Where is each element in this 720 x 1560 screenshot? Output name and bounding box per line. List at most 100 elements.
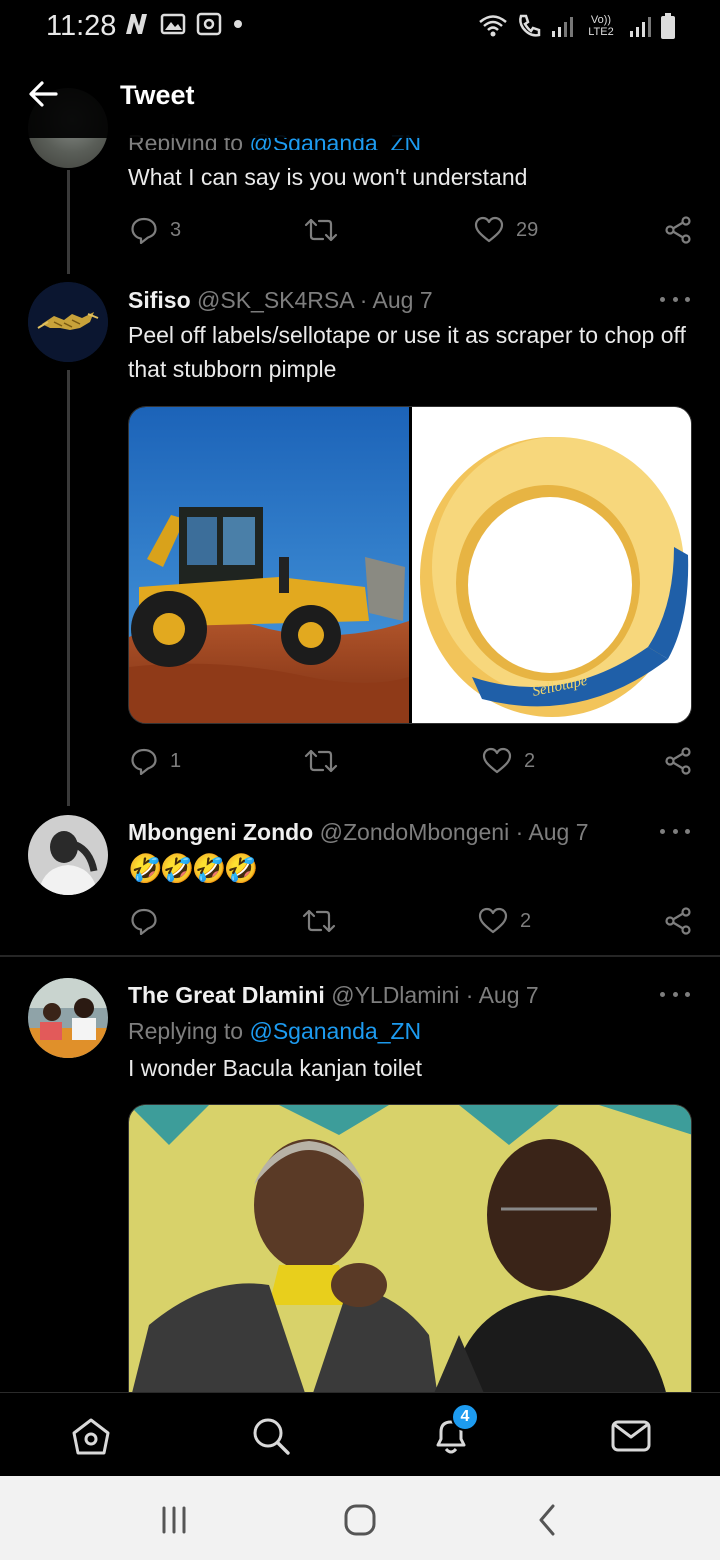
tweet-date[interactable]: Aug 7 [528, 819, 588, 845]
display-name[interactable]: The Great Dlamini [128, 982, 325, 1008]
battery-icon [661, 13, 675, 39]
nav-messages[interactable] [610, 1415, 652, 1457]
tweet-date[interactable]: Aug 7 [479, 982, 539, 1008]
thread-divider [0, 955, 720, 957]
reply-count: 1 [170, 749, 182, 772]
like-count: 2 [524, 749, 536, 772]
top-app-bar: Tweet [0, 52, 720, 138]
more-options-button[interactable] [660, 987, 690, 1001]
retweet-icon [302, 909, 336, 933]
recent-apps-button[interactable] [154, 1500, 194, 1540]
share-button[interactable] [664, 212, 692, 248]
tweet-media-grid[interactable]: Sellotape [128, 406, 692, 724]
signal-icon-2 [630, 17, 651, 37]
tweet-text: I wonder Bacula kanjan toilet [128, 1055, 423, 1081]
retweet-button[interactable] [302, 903, 336, 939]
backhoe-image [129, 407, 409, 723]
heart-icon [482, 747, 512, 774]
sellotape-image: Sellotape [412, 407, 691, 723]
messages-icon [611, 1420, 651, 1452]
share-icon [665, 747, 691, 775]
thread-line [67, 170, 70, 274]
nav-home[interactable] [70, 1415, 112, 1457]
retweet-button[interactable] [304, 212, 338, 248]
handshake-avatar-graphic [28, 282, 108, 362]
reply-icon [131, 217, 157, 244]
retweet-icon [304, 749, 338, 773]
network-label: Vo)) LTE2 [588, 14, 614, 38]
home-system-icon [344, 1504, 376, 1536]
notification-badge: 4 [451, 1403, 479, 1431]
search-icon [253, 1418, 290, 1455]
retweet-button[interactable] [304, 743, 338, 779]
back-system-icon [539, 1504, 555, 1536]
signal-icon [552, 17, 573, 37]
image-notification-icon [160, 13, 186, 35]
tweet-actions: 2 [128, 903, 694, 939]
photo-two-men [129, 1105, 691, 1403]
like-count: 29 [516, 218, 539, 241]
reply-button[interactable]: 3 [130, 212, 181, 248]
like-button[interactable]: 29 [474, 212, 538, 248]
recent-apps-icon [162, 1506, 186, 1534]
bottom-navigation: 4 [0, 1392, 720, 1476]
avatar-photo [28, 815, 108, 895]
avatar-photo [28, 978, 108, 1058]
avatar[interactable] [28, 815, 108, 895]
share-icon [665, 907, 691, 935]
status-time: 11:28 [46, 10, 117, 42]
back-system-button[interactable] [528, 1500, 568, 1540]
media-image-backhoe[interactable] [129, 407, 409, 723]
user-handle[interactable]: @ZondoMbongeni [320, 819, 510, 845]
more-options-button[interactable] [660, 824, 690, 838]
tweet-media-image[interactable] [128, 1104, 692, 1404]
mention-link[interactable]: @Sgananda_ZN [249, 1018, 421, 1044]
more-options-button[interactable] [660, 292, 690, 306]
arrow-left-icon [29, 81, 58, 107]
retweet-icon [304, 218, 338, 242]
avatar[interactable] [28, 978, 108, 1058]
share-button[interactable] [664, 743, 692, 779]
replying-to-text: Replying to @Sgananda_ZN [128, 1018, 422, 1044]
tweet-text: What I can say is you won't understand [128, 164, 528, 190]
dot-icon [234, 20, 242, 28]
reply-button[interactable]: 1 [130, 743, 181, 779]
tweet-text: Peel off labels/sellotape or use it as s… [128, 322, 686, 382]
tweet-text: 🤣🤣🤣🤣 [128, 853, 258, 884]
display-name[interactable]: Sifiso [128, 287, 191, 313]
call-icon [519, 14, 541, 37]
back-button[interactable] [26, 76, 62, 112]
n-notification-icon [126, 14, 147, 34]
heart-icon [478, 907, 508, 934]
page-title: Tweet [120, 80, 195, 110]
avatar[interactable] [28, 282, 108, 362]
user-handle[interactable]: @YLDlamini [331, 982, 459, 1008]
like-button[interactable]: 2 [478, 903, 531, 939]
thread-line [67, 370, 70, 806]
reply-icon [131, 748, 157, 775]
user-handle[interactable]: @SK_SK4RSA [197, 287, 353, 313]
like-button[interactable]: 2 [482, 743, 535, 779]
reply-button[interactable] [130, 903, 170, 939]
display-name[interactable]: Mbongeni Zondo [128, 819, 313, 845]
heart-icon [474, 216, 504, 243]
home-system-button[interactable] [340, 1500, 380, 1540]
like-count: 2 [520, 909, 532, 932]
reply-count: 3 [170, 218, 182, 241]
wifi-icon [479, 15, 507, 37]
media-image-sellotape[interactable]: Sellotape [412, 407, 691, 723]
tweet-header: The Great Dlamini @YLDlamini · Aug 7 [128, 982, 539, 1008]
dnd-notification-icon [196, 12, 222, 36]
tweet-header: Mbongeni Zondo @ZondoMbongeni · Aug 7 [128, 819, 589, 845]
tweet-actions: 3 29 [128, 212, 694, 248]
nav-search[interactable] [250, 1415, 292, 1457]
reply-icon [131, 908, 157, 935]
share-icon [665, 216, 691, 244]
tweet-date[interactable]: Aug 7 [373, 287, 433, 313]
tweet-header: Sifiso @SK_SK4RSA · Aug 7 [128, 287, 433, 313]
system-navigation-bar [0, 1476, 720, 1560]
home-icon [72, 1418, 110, 1455]
tweet-actions: 1 2 [128, 743, 694, 779]
share-button[interactable] [664, 903, 692, 939]
status-bar: 11:28 Vo)) LTE2 [0, 0, 720, 52]
